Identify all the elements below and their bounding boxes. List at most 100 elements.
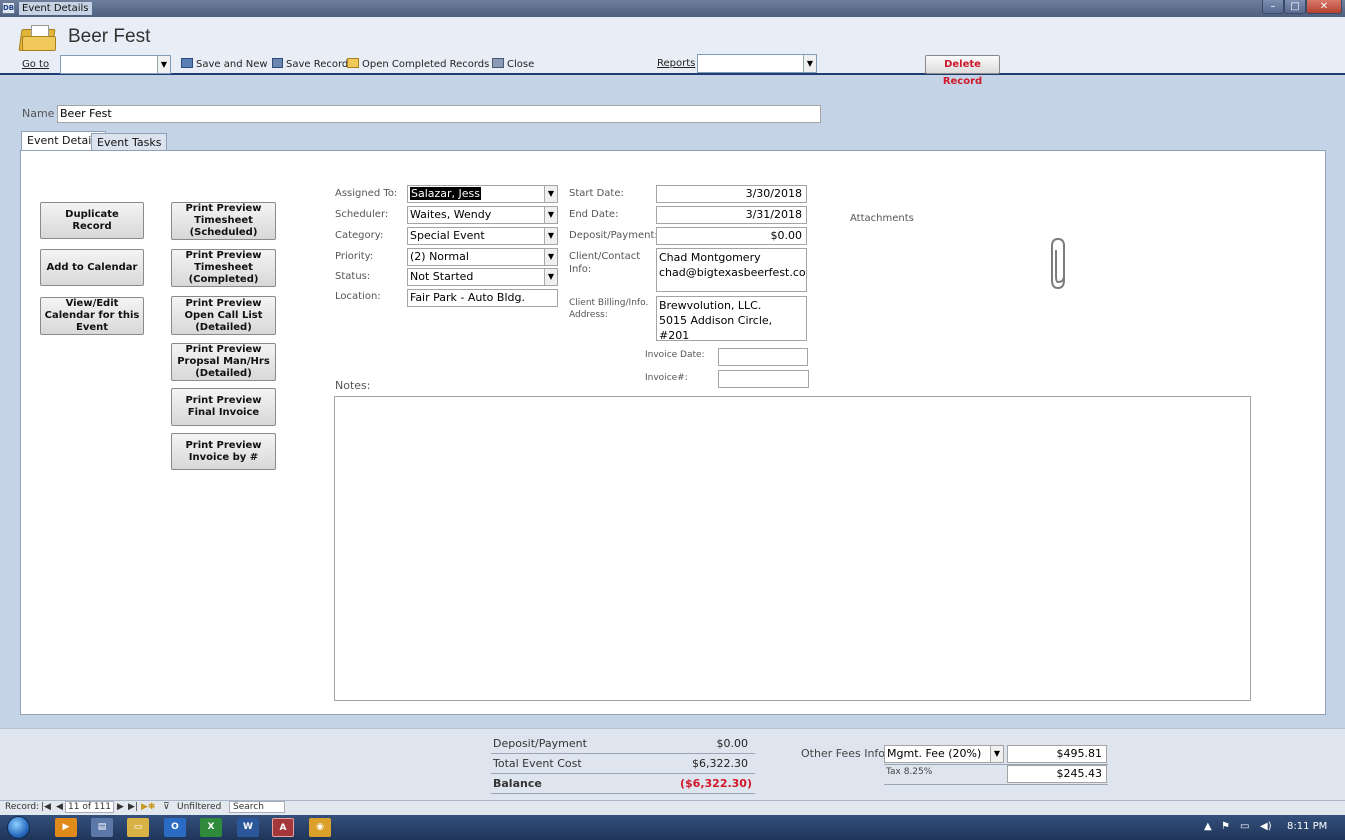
- other-fees-dropdown[interactable]: Mgmt. Fee (20%) ▼: [884, 745, 1004, 763]
- minimize-button[interactable]: –: [1262, 0, 1284, 14]
- chevron-down-icon[interactable]: ▼: [157, 56, 170, 73]
- excel-icon[interactable]: X: [200, 818, 222, 837]
- assigned-to-label: Assigned To:: [335, 188, 398, 199]
- print-open-call-list-button[interactable]: Print Preview Open Call List (Detailed): [171, 296, 276, 335]
- chevron-down-icon[interactable]: ▼: [990, 746, 1003, 762]
- save-new-icon: [181, 58, 193, 68]
- footer-deposit-value: $0.00: [716, 737, 749, 750]
- show-hidden-icons-icon[interactable]: ▲: [1204, 821, 1212, 832]
- tax-value[interactable]: $245.43: [1007, 765, 1107, 783]
- word-icon[interactable]: W: [237, 818, 259, 837]
- start-date-label: Start Date:: [569, 188, 624, 199]
- category-dropdown[interactable]: Special Event ▼: [407, 227, 558, 245]
- open-folder-icon: [18, 25, 56, 51]
- scheduler-dropdown[interactable]: Waites, Wendy ▼: [407, 206, 558, 224]
- notes-label: Notes:: [335, 379, 371, 392]
- outlook-icon[interactable]: O: [164, 818, 186, 837]
- access-form-icon: DB: [2, 2, 15, 14]
- new-record-button[interactable]: ▶✱: [141, 802, 155, 812]
- category-label: Category:: [335, 230, 384, 241]
- folder-icon: [347, 58, 359, 68]
- divider: [491, 793, 755, 794]
- volume-icon[interactable]: ◀): [1260, 821, 1272, 832]
- print-timesheet-completed-button[interactable]: Print Preview Timesheet (Completed): [171, 249, 276, 287]
- mgmt-fee-value[interactable]: $495.81: [1007, 745, 1107, 763]
- end-date-input[interactable]: 3/31/2018: [656, 206, 807, 224]
- filter-icon: ⊽: [163, 802, 170, 812]
- invoice-number-input[interactable]: [718, 370, 809, 388]
- save-record-button[interactable]: Save Record: [272, 58, 348, 72]
- close-window-button[interactable]: ✕: [1306, 0, 1342, 14]
- invoice-date-label: Invoice Date:: [645, 350, 705, 360]
- chevron-down-icon[interactable]: ▼: [803, 55, 816, 72]
- print-timesheet-scheduled-button[interactable]: Print Preview Timesheet (Scheduled): [171, 202, 276, 240]
- add-to-calendar-button[interactable]: Add to Calendar: [40, 249, 144, 286]
- invoice-date-input[interactable]: [718, 348, 808, 366]
- last-record-button[interactable]: ▶|: [128, 802, 138, 812]
- client-contact-input[interactable]: Chad Montgomery chad@bigtexasbeerfest.co…: [656, 248, 807, 292]
- flag-icon[interactable]: ⚑: [1221, 821, 1230, 832]
- record-navigator: Record: |◀ ◀ 11 of 111 ▶ ▶| ▶✱ ⊽ Unfilte…: [0, 800, 1345, 815]
- print-invoice-by-number-button[interactable]: Print Preview Invoice by #: [171, 433, 276, 470]
- balance-value: ($6,322.30): [680, 777, 752, 790]
- goto-label: Go to: [22, 59, 50, 70]
- duplicate-record-button[interactable]: Duplicate Record: [40, 202, 144, 239]
- location-input[interactable]: Fair Park - Auto Bldg.: [407, 289, 558, 307]
- print-final-invoice-button[interactable]: Print Preview Final Invoice: [171, 388, 276, 426]
- paperclip-icon[interactable]: [1048, 236, 1072, 292]
- chevron-down-icon[interactable]: ▼: [544, 249, 557, 265]
- goto-combo[interactable]: ▼: [60, 55, 171, 74]
- search-box[interactable]: Search: [229, 801, 285, 813]
- close-form-button[interactable]: Close: [492, 58, 534, 72]
- chrome-icon[interactable]: ◉: [309, 818, 331, 837]
- delete-record-button[interactable]: Delete Record: [925, 55, 1000, 87]
- file-explorer-icon[interactable]: ▭: [127, 818, 149, 837]
- media-player-icon[interactable]: ▶: [55, 818, 77, 837]
- first-record-button[interactable]: |◀: [41, 802, 51, 812]
- tax-label: Tax 8.25%: [886, 767, 933, 777]
- notes-input[interactable]: [334, 396, 1251, 701]
- deposit-payment-label: Deposit/Payment:: [569, 230, 658, 241]
- assigned-to-dropdown[interactable]: Salazar, Jess ▼: [407, 185, 558, 203]
- priority-dropdown[interactable]: (2) Normal ▼: [407, 248, 558, 266]
- divider: [884, 784, 1108, 785]
- chevron-down-icon[interactable]: ▼: [544, 228, 557, 244]
- floppy-disk-icon: [272, 58, 283, 68]
- maximize-button[interactable]: □: [1284, 0, 1306, 14]
- clock[interactable]: 8:11 PM: [1287, 821, 1327, 832]
- divider: [491, 753, 755, 754]
- save-and-new-button[interactable]: Save and New: [181, 58, 268, 72]
- client-contact-label: Client/Contact Info:: [569, 251, 641, 275]
- record-position[interactable]: 11 of 111: [65, 801, 115, 813]
- scheduler-label: Scheduler:: [335, 209, 389, 220]
- record-label: Record:: [5, 802, 40, 812]
- filter-status[interactable]: Unfiltered: [177, 802, 221, 812]
- client-billing-input[interactable]: Brewvolution, LLC. 5015 Addison Circle, …: [656, 296, 807, 341]
- document-icon[interactable]: ▤: [91, 818, 113, 837]
- previous-record-button[interactable]: ◀: [56, 802, 63, 812]
- chevron-down-icon[interactable]: ▼: [544, 186, 557, 202]
- network-icon[interactable]: ▭: [1240, 821, 1249, 832]
- windows-logo-icon: [7, 816, 30, 839]
- status-label: Status:: [335, 271, 371, 282]
- start-button[interactable]: [4, 815, 36, 840]
- deposit-payment-input[interactable]: $0.00: [656, 227, 807, 245]
- status-dropdown[interactable]: Not Started ▼: [407, 268, 558, 286]
- window-title: Event Details: [19, 2, 92, 15]
- name-input[interactable]: Beer Fest: [57, 105, 821, 123]
- next-record-button[interactable]: ▶: [117, 802, 124, 812]
- reports-combo[interactable]: ▼: [697, 54, 817, 73]
- balance-label: Balance: [493, 777, 542, 790]
- name-label: Name: [22, 107, 55, 120]
- end-date-label: End Date:: [569, 209, 619, 220]
- print-proposal-man-hours-button[interactable]: Print Preview Propsal Man/Hrs (Detailed): [171, 343, 276, 381]
- open-completed-records-button[interactable]: Open Completed Records: [347, 58, 489, 72]
- start-date-input[interactable]: 3/30/2018: [656, 185, 807, 203]
- footer-deposit-label: Deposit/Payment: [493, 737, 587, 750]
- view-edit-calendar-button[interactable]: View/Edit Calendar for this Event: [40, 297, 144, 335]
- chevron-down-icon[interactable]: ▼: [544, 207, 557, 223]
- total-event-cost-value: $6,322.30: [692, 757, 748, 770]
- chevron-down-icon[interactable]: ▼: [544, 269, 557, 285]
- access-icon[interactable]: A: [272, 818, 294, 837]
- divider: [491, 773, 755, 774]
